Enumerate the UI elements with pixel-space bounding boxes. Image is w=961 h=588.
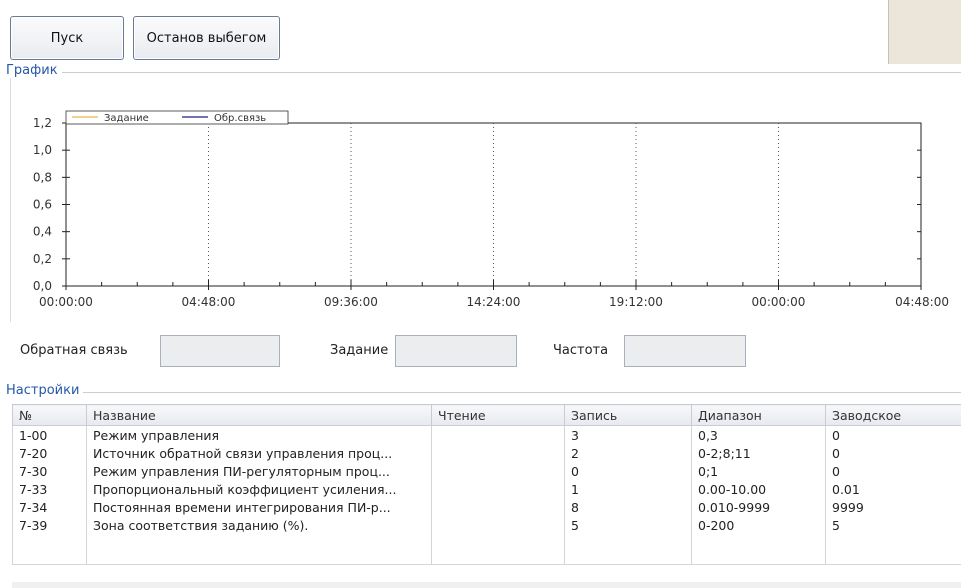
cell-factory: 9999	[825, 498, 961, 516]
setpoint-field[interactable]	[395, 335, 517, 367]
start-button[interactable]: Пуск	[10, 16, 124, 60]
cell-no: 1-00	[12, 425, 87, 444]
cell-read	[431, 462, 565, 480]
cell-name: Пропорциональный коэффициент усиления...	[86, 480, 432, 498]
legend-label: Задание	[104, 113, 149, 124]
cell-factory: 0	[825, 425, 961, 444]
cell-name: Режим управления ПИ-регуляторным проц...	[86, 462, 432, 480]
chart-group-title: График	[6, 63, 62, 78]
settings-header-row: № Название Чтение Запись Диапазон Заводс…	[12, 404, 961, 426]
cell-write[interactable]: 1	[564, 480, 692, 498]
y-tick-label: 0,2	[33, 252, 52, 266]
table-row[interactable]: 7-39 Зона соответствия заданию (%). 5 0-…	[12, 516, 961, 534]
y-tick-label: 0,4	[33, 225, 52, 239]
cell-write[interactable]: 8	[564, 498, 692, 516]
chart-group: График	[6, 63, 961, 78]
table-row[interactable]: 7-20 Источник обратной связи управления …	[12, 444, 961, 462]
cell-name: Источник обратной связи управления проц.…	[86, 444, 432, 462]
empty-row	[12, 534, 961, 565]
settings-table: № Название Чтение Запись Диапазон Заводс…	[12, 404, 961, 565]
cell-write[interactable]: 2	[564, 444, 692, 462]
cell-write[interactable]: 3	[564, 425, 692, 444]
x-tick-label: 00:00:00	[39, 295, 93, 309]
frequency-label: Частота	[553, 343, 609, 358]
x-tick-label: 14:24:00	[467, 295, 521, 309]
col-header-no[interactable]: №	[12, 404, 87, 426]
table-row[interactable]: 7-34 Постоянная времени интегрирования П…	[12, 498, 961, 516]
y-tick-label: 0,6	[33, 198, 52, 212]
cell-factory: 5	[825, 516, 961, 534]
legend-label: Обр.связь	[214, 113, 266, 124]
cell-name: Зона соответствия заданию (%).	[86, 516, 432, 534]
col-header-write[interactable]: Запись	[564, 404, 692, 426]
cell-write[interactable]: 0	[564, 462, 692, 480]
x-tick-label: 04:48:00	[895, 295, 949, 309]
chart-legend: Задание Обр.связь	[65, 110, 289, 125]
cell-no: 7-30	[12, 462, 87, 480]
cell-range: 0.010-9999	[691, 498, 826, 516]
cell-name: Режим управления	[86, 425, 432, 444]
table-row[interactable]: 7-30 Режим управления ПИ-регуляторным пр…	[12, 462, 961, 480]
cell-write[interactable]: 5	[564, 516, 692, 534]
cell-range: 0,3	[691, 425, 826, 444]
cell-factory: 0.01	[825, 480, 961, 498]
y-tick-label: 1,0	[33, 143, 52, 157]
cell-no: 7-33	[12, 480, 87, 498]
col-header-range[interactable]: Диапазон	[691, 404, 826, 426]
cell-range: 0.00-10.00	[691, 480, 826, 498]
cell-read	[431, 498, 565, 516]
y-tick-label: 1,2	[33, 116, 52, 130]
setpoint-label: Задание	[330, 343, 389, 358]
table-row[interactable]: 7-33 Пропорциональный коэффициент усилен…	[12, 480, 961, 498]
col-header-read[interactable]: Чтение	[431, 404, 565, 426]
y-tick-label: 0,8	[33, 170, 52, 184]
cell-no: 7-34	[12, 498, 87, 516]
x-tick-label: 19:12:00	[609, 295, 663, 309]
cell-factory: 0	[825, 444, 961, 462]
cell-read	[431, 425, 565, 444]
cell-read	[431, 516, 565, 534]
trend-chart: 1,2 1,0 0,8 0,6 0,4 0,2 0,0 00:00:00 04:48:00 09:…	[33, 110, 949, 309]
cell-range: 0-2;8;11	[691, 444, 826, 462]
cell-range: 0-200	[691, 516, 826, 534]
coast-stop-button[interactable]: Останов выбегом	[133, 16, 280, 60]
cell-no: 7-20	[12, 444, 87, 462]
x-tick-label: 09:36:00	[324, 295, 378, 309]
cell-no: 7-39	[12, 516, 87, 534]
cell-factory: 0	[825, 462, 961, 480]
settings-group-title: Настройки	[6, 383, 84, 398]
cell-read	[431, 444, 565, 462]
cell-range: 0;1	[691, 462, 826, 480]
frequency-field[interactable]	[624, 335, 746, 367]
x-tick-label: 04:48:00	[182, 295, 236, 309]
cell-read	[431, 480, 565, 498]
x-tick-label: 00:00:00	[752, 295, 806, 309]
feedback-field[interactable]	[160, 335, 280, 367]
col-header-name[interactable]: Название	[86, 404, 432, 426]
horizontal-scrollbar[interactable]	[12, 582, 961, 588]
table-row[interactable]: 1-00 Режим управления 3 0,3 0	[12, 425, 961, 444]
col-header-factory[interactable]: Заводское	[825, 404, 961, 426]
y-tick-label: 0,0	[33, 279, 52, 293]
side-panel	[888, 0, 961, 64]
cell-name: Постоянная времени интегрирования ПИ-р..…	[86, 498, 432, 516]
feedback-label: Обратная связь	[20, 343, 128, 358]
settings-group: Настройки	[6, 383, 961, 398]
